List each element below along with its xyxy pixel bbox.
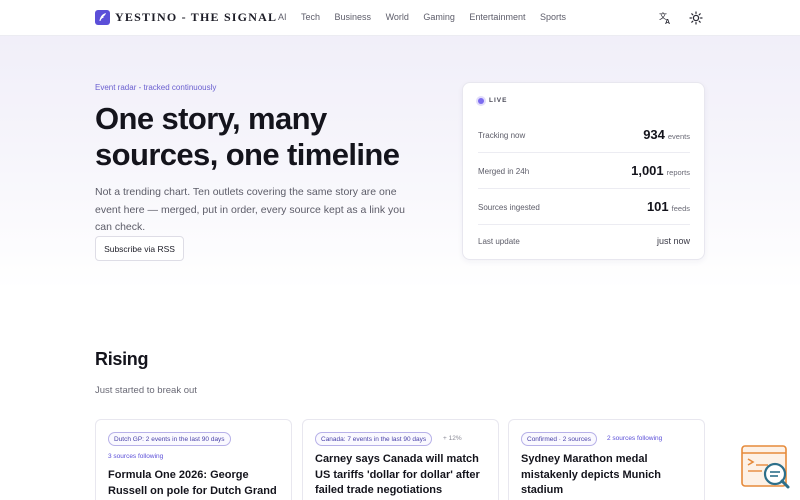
- stat-label: Last update: [478, 237, 520, 246]
- feather-icon[interactable]: [95, 10, 110, 25]
- event-pill[interactable]: Canada: 7 events in the last 90 days: [315, 432, 433, 446]
- stat-value: 101 feeds: [647, 198, 690, 216]
- svg-text:A: A: [665, 19, 670, 25]
- stat-label: Tracking now: [478, 131, 526, 140]
- sources-following: 2 sources following: [607, 435, 663, 442]
- stat-unit: events: [667, 132, 690, 141]
- event-pill[interactable]: Confirmed · 2 sources: [521, 432, 597, 446]
- live-label: LIVE: [489, 97, 508, 104]
- hero-title: One story, many sources, one timeline: [95, 101, 400, 172]
- stat-row-sources: Sources ingested 101 feeds: [478, 189, 690, 225]
- section-subtitle: Just started to break out: [95, 385, 197, 396]
- stat-row-tracking: Tracking now 934 events: [478, 117, 690, 153]
- nav-business[interactable]: Business: [335, 12, 372, 22]
- trend-percent: + 12%: [443, 435, 462, 442]
- nav-gaming[interactable]: Gaming: [423, 12, 455, 22]
- section-title-rising: Rising: [95, 349, 149, 369]
- sun-icon[interactable]: [689, 11, 703, 25]
- hero-description: Not a trending chart. Ten outlets coveri…: [95, 186, 405, 233]
- stat-row-last-update: Last update just now: [478, 223, 690, 259]
- stat-row-merged: Merged in 24h 1,001 reports: [478, 153, 690, 189]
- main-nav: AI Tech Business World Gaming Entertainm…: [278, 12, 580, 22]
- nav-world[interactable]: World: [386, 12, 409, 22]
- nav-entertainment[interactable]: Entertainment: [469, 12, 525, 22]
- stat-label: Merged in 24h: [478, 167, 530, 176]
- translate-icon[interactable]: 文 A: [659, 11, 673, 26]
- stat-value: 1,001 reports: [631, 162, 690, 180]
- search-chat-icon[interactable]: [740, 443, 792, 491]
- sources-following: 3 sources following: [108, 453, 164, 460]
- nav-sports[interactable]: Sports: [540, 12, 566, 22]
- stat-label: Sources ingested: [478, 203, 540, 212]
- stat-unit: reports: [666, 168, 690, 177]
- stat-number: 101: [646, 199, 669, 214]
- story-title[interactable]: Formula One 2026: George Russell on pole…: [108, 468, 284, 500]
- stat-text-value: just now: [656, 236, 690, 246]
- story-card[interactable]: Canada: 7 events in the last 90 days + 1…: [302, 419, 499, 500]
- nav-ai[interactable]: AI: [278, 12, 287, 22]
- stat-number: 1,001: [631, 163, 664, 178]
- stat-unit: feeds: [671, 204, 690, 213]
- event-pill[interactable]: Dutch GP: 2 events in the last 90 days: [108, 432, 231, 446]
- stat-number: 934: [643, 127, 665, 142]
- nav-tech[interactable]: Tech: [301, 12, 320, 22]
- live-stats-card: LIVE Tracking now 934 events Merged in 24…: [462, 82, 705, 260]
- stat-value: 934 events: [643, 126, 690, 144]
- hero-eyebrow: Event radar - tracked continuously: [95, 83, 217, 92]
- story-card[interactable]: Confirmed · 2 sources 2 sources followin…: [508, 419, 705, 500]
- top-header: YESTINO - THE SIGNAL AI Tech Business Wo…: [0, 0, 800, 36]
- stat-value: just now: [657, 232, 690, 250]
- story-card[interactable]: Dutch GP: 2 events in the last 90 days 3…: [95, 419, 292, 500]
- story-title[interactable]: Carney says Canada will match US tariffs…: [315, 452, 491, 499]
- brand-name[interactable]: YESTINO - THE SIGNAL: [115, 10, 277, 25]
- live-dot-icon: [478, 98, 484, 104]
- story-title[interactable]: Sydney Marathon medal mistakenly depicts…: [521, 452, 697, 499]
- subscribe-rss-button[interactable]: Subscribe via RSS: [95, 236, 184, 261]
